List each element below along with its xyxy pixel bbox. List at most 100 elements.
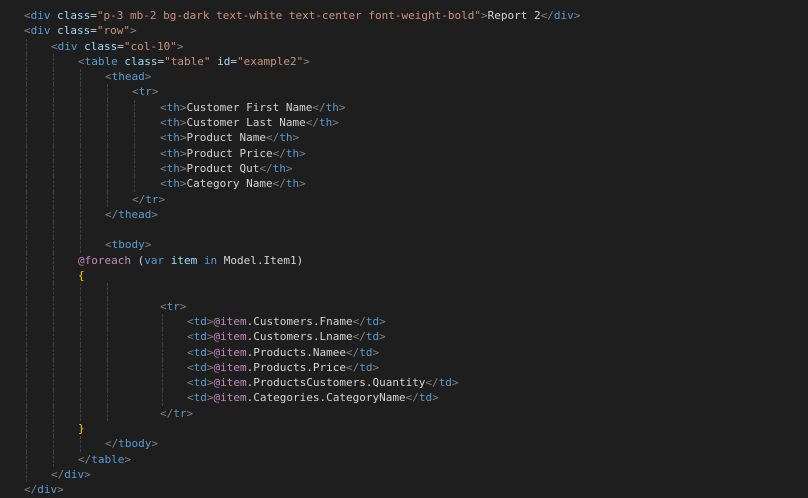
code-line[interactable]: <td>@item.Categories.CategoryName</td>	[0, 390, 808, 406]
token-tag-name: tr	[138, 85, 152, 99]
token-brace: }	[78, 422, 85, 436]
token-angle-bracket: >	[372, 345, 380, 359]
token-razor-expression: @item	[213, 345, 247, 359]
code-line[interactable]: <td>@item.Customers.Fname</td>	[0, 313, 808, 330]
indent-guide	[53, 99, 54, 116]
code-line[interactable]: <td>@item.Products.Price</td>	[0, 359, 808, 376]
code-line-text: </table>	[78, 452, 131, 467]
token-text: Customer Last Name	[186, 116, 306, 130]
code-line-text: <th>Product Price</th>	[160, 146, 306, 161]
code-line[interactable]: <th>Customer First Name</th>	[0, 99, 808, 116]
code-line[interactable]: </thead>	[0, 206, 808, 223]
indent-guide	[134, 99, 135, 116]
code-line[interactable]: <td>@item.Customers.Lname</td>	[0, 329, 808, 345]
indent-guide	[26, 145, 27, 161]
code-line[interactable]: }	[0, 421, 808, 437]
indent-guide	[162, 359, 163, 376]
code-line-text: <div class="col-10">	[51, 39, 183, 54]
token-angle-bracket: >	[285, 161, 293, 175]
token-angle-bracket: </	[78, 452, 92, 466]
indent-guide	[80, 160, 81, 177]
token-angle-bracket: <	[24, 24, 31, 38]
code-line-text: </thead>	[105, 207, 158, 222]
indent-guide	[26, 69, 27, 85]
token-angle-bracket: >	[179, 299, 187, 313]
token-text: Product Price	[186, 146, 273, 160]
code-line[interactable]: {	[0, 268, 808, 284]
indent-guide	[107, 99, 108, 116]
code-area[interactable]: <div class="p-3 mb-2 bg-dark text-white …	[0, 8, 808, 498]
indent-guide	[26, 160, 27, 177]
token-tag-name: td	[193, 345, 207, 359]
indent-guide	[53, 405, 54, 422]
code-line[interactable]	[0, 222, 808, 238]
code-line[interactable]: <tr>	[0, 298, 808, 314]
code-line[interactable]: @foreach (var item in Model.Item1)	[0, 252, 808, 269]
indent-guide	[53, 252, 54, 269]
code-line[interactable]: <div class="p-3 mb-2 bg-dark text-white …	[0, 8, 808, 23]
code-line-text: <table class="table" id="example2">	[78, 54, 310, 69]
token-text: Product Name	[186, 131, 266, 145]
code-line[interactable]: <th>Category Name</th>	[0, 176, 808, 192]
token-angle-bracket: <	[187, 345, 194, 359]
token-angle-bracket: </	[352, 314, 366, 328]
indent-guide	[80, 99, 81, 116]
token-angle-bracket: <	[51, 39, 58, 53]
code-line[interactable]: </table>	[0, 451, 808, 467]
code-line[interactable]: <table class="table" id="example2">	[0, 53, 808, 70]
token-tag-name: td	[418, 391, 433, 405]
indent-guide	[107, 329, 108, 345]
code-line[interactable]: <th>Customer Last Name</th>	[0, 115, 808, 131]
token-tag-name: th	[325, 100, 339, 114]
code-line-text: <td>@item.Products.Namee</td>	[187, 345, 379, 360]
token-angle-bracket: >	[338, 100, 346, 114]
token-angle-bracket: >	[299, 146, 306, 160]
code-line[interactable]: </div>	[0, 482, 808, 497]
token-angle-bracket: <	[24, 9, 31, 22]
code-line[interactable]: <th>Product Price</th>	[0, 145, 808, 161]
code-line[interactable]: <thead>	[0, 69, 808, 85]
token-tag-name: td	[359, 345, 373, 359]
code-line[interactable]: <th>Product Qut</th>	[0, 160, 808, 177]
token-identifier: Model.Item1	[223, 253, 297, 267]
token-text: (	[130, 253, 145, 267]
token-angle-bracket: <	[187, 314, 194, 328]
token-attribute-value: "col-10"	[123, 39, 177, 53]
token-angle-bracket: >	[206, 345, 214, 359]
code-line[interactable]: <th>Product Name</th>	[0, 130, 808, 146]
code-line[interactable]: </tbody>	[0, 436, 808, 452]
code-line[interactable]	[0, 283, 808, 299]
indent-guide	[107, 160, 108, 177]
indent-guide	[26, 436, 27, 452]
token-text: Category Name	[186, 177, 273, 191]
code-line[interactable]: </div>	[0, 466, 808, 483]
token-angle-bracket: </	[51, 467, 65, 481]
token-angle-bracket: >	[206, 330, 214, 344]
token-angle-bracket: <	[105, 238, 112, 252]
code-line[interactable]: </tr>	[0, 191, 808, 207]
code-line-text: <td>@item.Customers.Lname</td>	[187, 329, 386, 344]
indent-guide	[53, 160, 54, 177]
token-angle-bracket: >	[124, 452, 131, 466]
token-angle-bracket: </	[540, 9, 554, 22]
token-angle-bracket: >	[179, 146, 187, 160]
token-member-access: .Categories.CategoryName	[246, 391, 406, 405]
code-line[interactable]: </tr>	[0, 405, 808, 422]
token-keyword: in	[203, 253, 218, 267]
code-editor[interactable]: <div class="p-3 mb-2 bg-dark text-white …	[0, 0, 808, 498]
code-line[interactable]: <div class="row">	[0, 23, 808, 38]
token-angle-bracket: >	[57, 483, 64, 497]
indent-guide	[80, 298, 81, 314]
code-line[interactable]: <div class="col-10">	[0, 38, 808, 54]
token-tag-name: div	[57, 39, 78, 53]
code-line[interactable]: <td>@item.Products.Namee</td>	[0, 344, 808, 360]
token-angle-bracket: >	[206, 360, 214, 374]
indent-guide	[134, 176, 135, 192]
indent-guide	[53, 390, 54, 406]
code-line[interactable]: <tr>	[0, 84, 808, 100]
token-attribute-name: class	[84, 39, 118, 53]
code-line[interactable]: <td>@item.ProductsCustomers.Quantity</td…	[0, 375, 808, 391]
token-tag-name: div	[64, 467, 85, 481]
indent-guide	[80, 222, 81, 238]
code-line[interactable]: <tbody>	[0, 237, 808, 253]
